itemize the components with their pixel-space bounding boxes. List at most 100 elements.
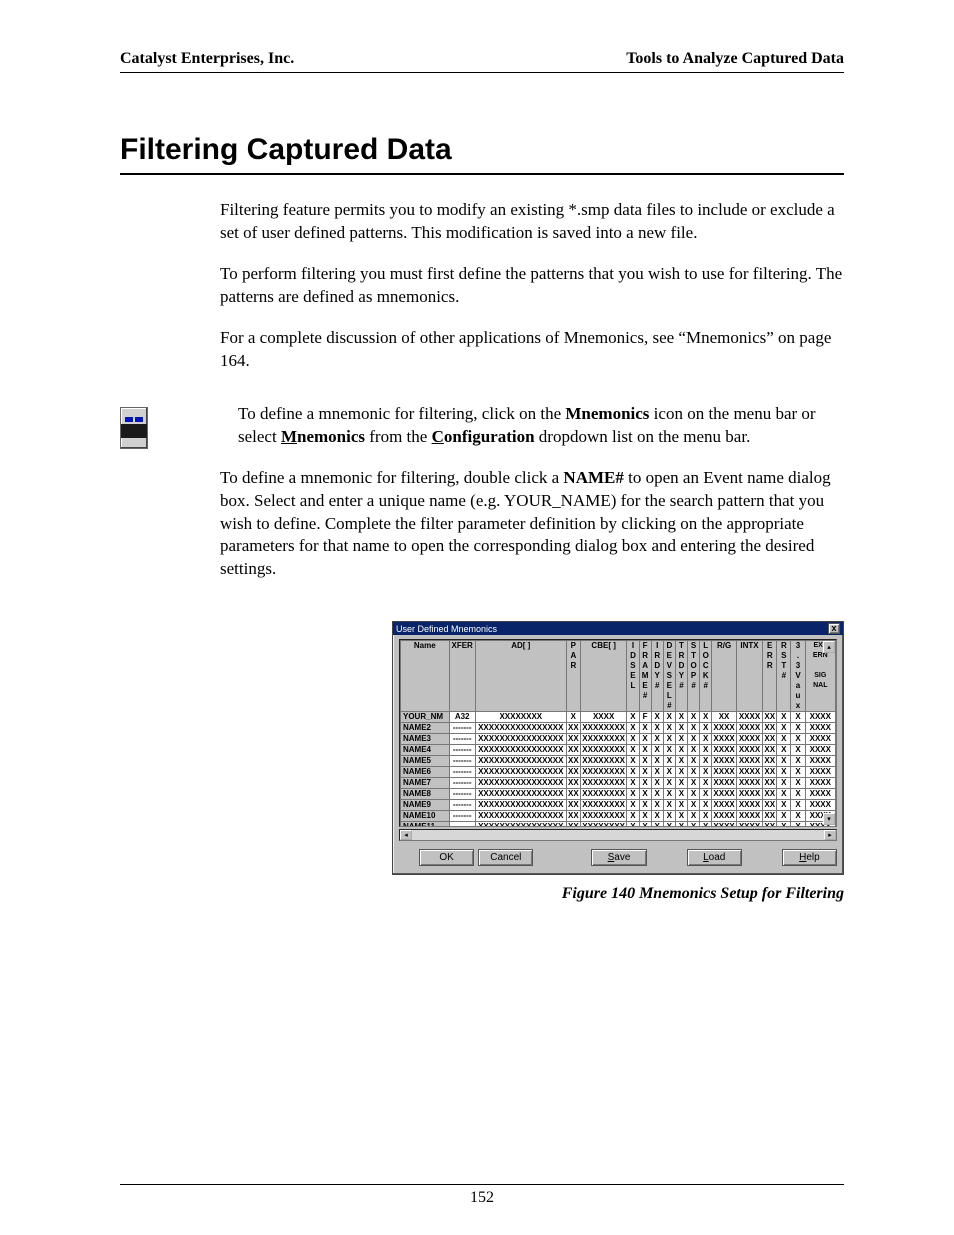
table-cell[interactable]: X [777, 712, 791, 723]
table-cell[interactable]: ------- [449, 723, 475, 734]
table-row[interactable]: NAME5-------XXXXXXXXXXXXXXXXXXXXXXXXXXXX… [401, 756, 836, 767]
table-cell[interactable]: XXXX [736, 767, 762, 778]
table-cell[interactable]: ------- [449, 756, 475, 767]
table-cell[interactable]: X [663, 811, 675, 822]
col-header[interactable]: IDSEL [627, 641, 639, 712]
table-row[interactable]: NAME4-------XXXXXXXXXXXXXXXXXXXXXXXXXXXX… [401, 745, 836, 756]
table-cell[interactable]: XXXX [805, 712, 835, 723]
table-row[interactable]: NAME11-------XXXXXXXXXXXXXXXXXXXXXXXXXXX… [401, 822, 836, 828]
table-cell[interactable]: XX [566, 756, 580, 767]
table-cell[interactable]: XXXXXXXX [580, 745, 626, 756]
table-cell[interactable]: XXXXXXXX [580, 734, 626, 745]
table-cell[interactable]: ------- [449, 789, 475, 800]
table-cell[interactable]: XX [566, 734, 580, 745]
table-cell[interactable]: X [675, 734, 687, 745]
table-cell[interactable]: X [639, 756, 651, 767]
mnemonics-table[interactable]: NameXFERAD[ ]PARCBE[ ]IDSELFRAME#IRDY#DE… [400, 640, 836, 827]
table-cell[interactable]: XX [763, 789, 777, 800]
table-cell[interactable]: X [675, 778, 687, 789]
table-cell[interactable]: X [791, 778, 805, 789]
table-cell[interactable]: XX [763, 723, 777, 734]
table-row[interactable]: NAME9-------XXXXXXXXXXXXXXXXXXXXXXXXXXXX… [401, 800, 836, 811]
table-cell[interactable]: XXXX [712, 756, 737, 767]
table-cell[interactable]: XXXXXXXXXXXXXXXX [475, 756, 566, 767]
table-cell[interactable]: XX [763, 778, 777, 789]
table-cell[interactable]: X [777, 756, 791, 767]
col-header[interactable]: FRAME# [639, 641, 651, 712]
table-cell[interactable]: XXXX [712, 822, 737, 828]
table-cell[interactable]: XXXXXXXX [475, 712, 566, 723]
table-cell[interactable]: X [791, 712, 805, 723]
table-cell[interactable]: X [688, 789, 700, 800]
table-cell[interactable]: XXXX [736, 811, 762, 822]
table-cell[interactable]: XX [763, 800, 777, 811]
col-header[interactable]: RST# [777, 641, 791, 712]
table-cell[interactable]: X [700, 745, 712, 756]
table-cell[interactable]: X [688, 778, 700, 789]
col-header[interactable]: ERR [763, 641, 777, 712]
table-cell[interactable]: XXXXXXXXXXXXXXXX [475, 789, 566, 800]
table-cell[interactable]: XXXXXXXXXXXXXXXX [475, 767, 566, 778]
table-cell[interactable]: X [651, 712, 663, 723]
table-cell[interactable]: X [651, 734, 663, 745]
table-cell[interactable]: X [700, 734, 712, 745]
table-cell[interactable]: X [651, 756, 663, 767]
table-cell[interactable]: ------- [449, 778, 475, 789]
table-cell[interactable]: NAME5 [401, 756, 450, 767]
table-cell[interactable]: X [791, 789, 805, 800]
table-cell[interactable]: X [675, 723, 687, 734]
table-cell[interactable]: XX [566, 767, 580, 778]
table-cell[interactable]: XXXX [736, 778, 762, 789]
table-cell[interactable]: X [627, 734, 639, 745]
table-cell[interactable]: X [651, 745, 663, 756]
table-row[interactable]: NAME3-------XXXXXXXXXXXXXXXXXXXXXXXXXXXX… [401, 734, 836, 745]
table-cell[interactable]: NAME3 [401, 734, 450, 745]
table-cell[interactable]: X [639, 767, 651, 778]
table-cell[interactable]: XXXX [805, 789, 835, 800]
table-cell[interactable]: XX [763, 734, 777, 745]
table-cell[interactable]: XXXXXXXXXXXXXXXX [475, 800, 566, 811]
table-cell[interactable]: X [675, 756, 687, 767]
col-header[interactable]: TRDY# [675, 641, 687, 712]
table-cell[interactable]: X [627, 789, 639, 800]
table-cell[interactable]: X [688, 756, 700, 767]
table-cell[interactable]: XXXX [712, 778, 737, 789]
col-header[interactable]: CBE[ ] [580, 641, 626, 712]
table-cell[interactable]: XXXX [736, 734, 762, 745]
table-cell[interactable]: XX [566, 745, 580, 756]
table-row[interactable]: NAME7-------XXXXXXXXXXXXXXXXXXXXXXXXXXXX… [401, 778, 836, 789]
dialog-titlebar[interactable]: User Defined Mnemonics x [393, 622, 843, 635]
col-header[interactable]: PAR [566, 641, 580, 712]
scroll-left-icon[interactable]: ◂ [400, 830, 412, 840]
table-cell[interactable]: XX [566, 811, 580, 822]
table-cell[interactable]: XXXX [712, 734, 737, 745]
table-row[interactable]: NAME8-------XXXXXXXXXXXXXXXXXXXXXXXXXXXX… [401, 789, 836, 800]
table-cell[interactable]: X [688, 822, 700, 828]
table-cell[interactable]: X [566, 712, 580, 723]
table-cell[interactable]: X [627, 712, 639, 723]
table-cell[interactable]: X [663, 822, 675, 828]
scroll-down-icon[interactable]: ▾ [823, 813, 835, 825]
table-cell[interactable]: X [663, 734, 675, 745]
table-cell[interactable]: F [639, 712, 651, 723]
table-cell[interactable]: X [663, 745, 675, 756]
table-cell[interactable]: X [675, 745, 687, 756]
table-cell[interactable]: NAME6 [401, 767, 450, 778]
table-cell[interactable]: X [639, 822, 651, 828]
table-cell[interactable]: X [627, 767, 639, 778]
table-cell[interactable]: ------- [449, 734, 475, 745]
col-header[interactable]: XFER [449, 641, 475, 712]
table-cell[interactable]: X [651, 800, 663, 811]
table-cell[interactable]: X [791, 800, 805, 811]
help-button[interactable]: Help [782, 849, 837, 866]
col-header[interactable]: LOCK# [700, 641, 712, 712]
table-cell[interactable]: XXXX [736, 789, 762, 800]
table-cell[interactable]: XXXX [805, 767, 835, 778]
table-cell[interactable]: XXXXXXXXXXXXXXXX [475, 723, 566, 734]
table-cell[interactable]: X [700, 756, 712, 767]
col-header[interactable]: R/G [712, 641, 737, 712]
table-cell[interactable]: X [700, 778, 712, 789]
table-cell[interactable]: X [639, 811, 651, 822]
table-cell[interactable]: ------- [449, 745, 475, 756]
table-cell[interactable]: ------- [449, 800, 475, 811]
